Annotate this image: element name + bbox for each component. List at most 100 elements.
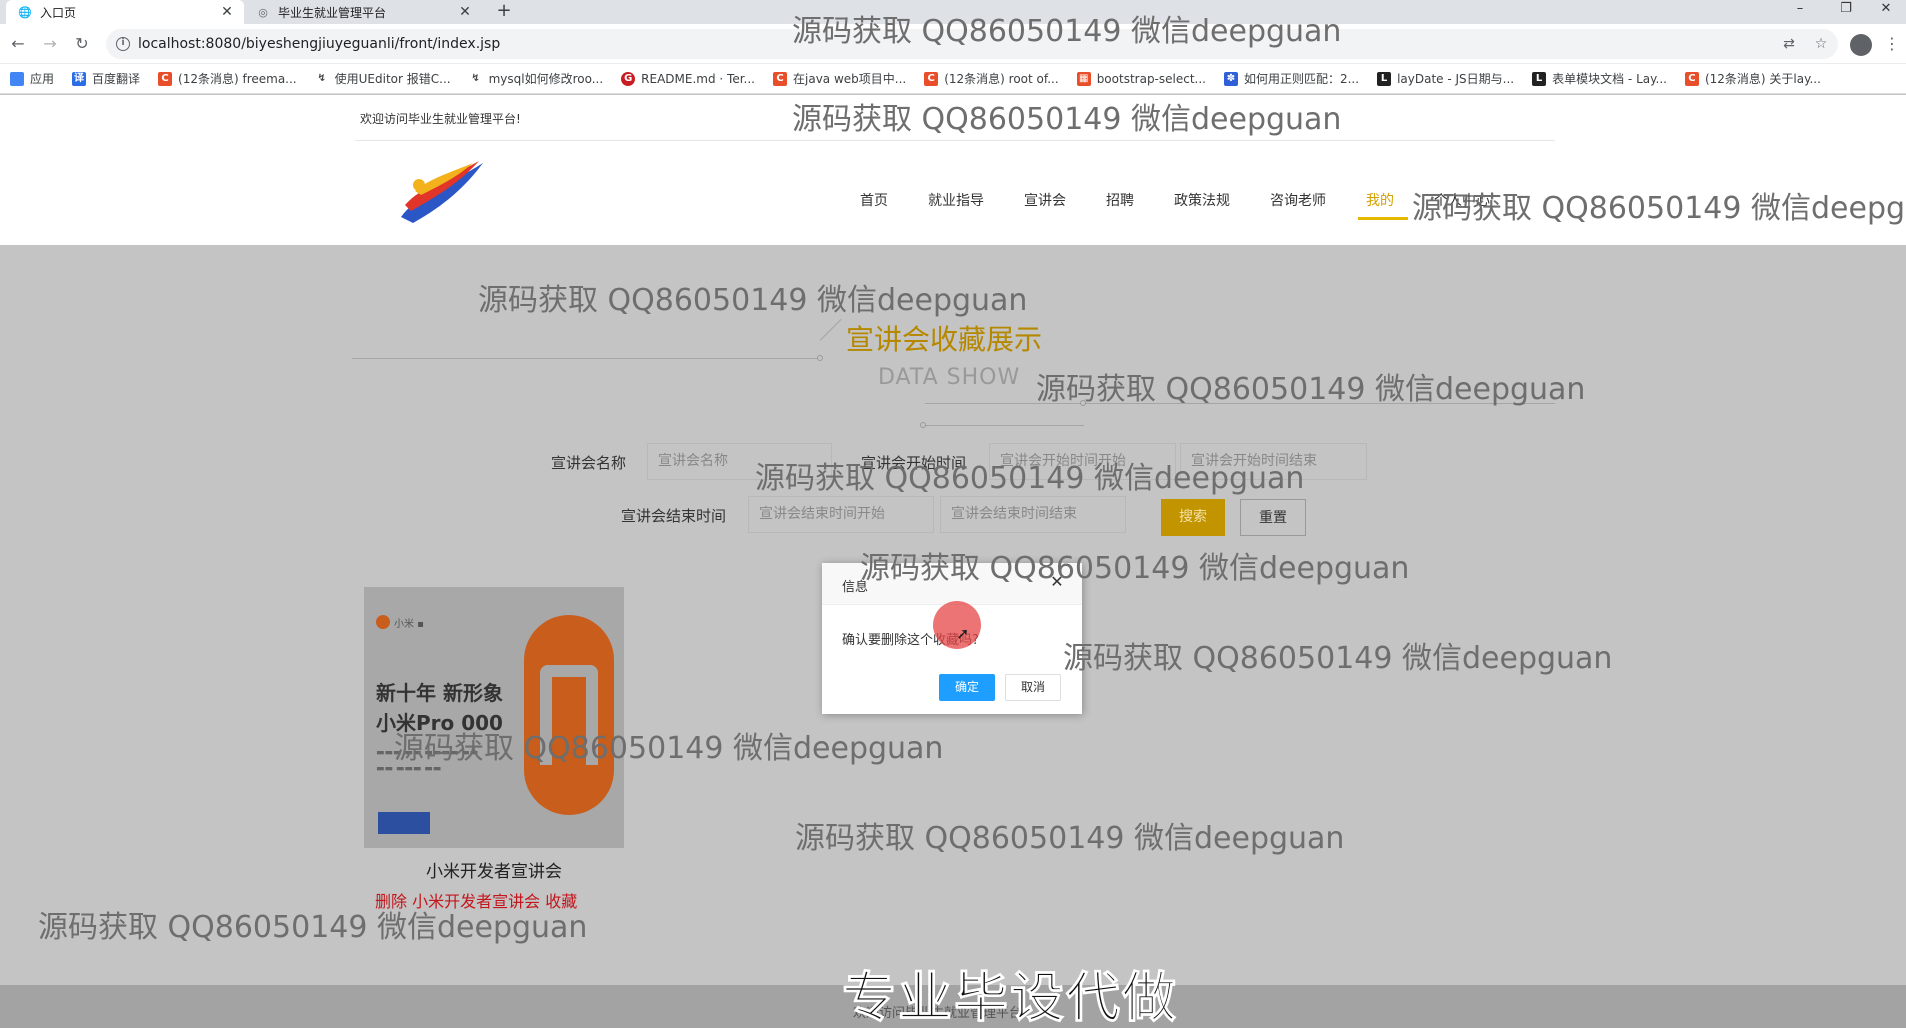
reset-button[interactable]: 重置 — [1240, 499, 1306, 536]
browser-menu-icon[interactable]: ⋮ — [1884, 32, 1900, 56]
search-button[interactable]: 搜索 — [1161, 499, 1225, 536]
title-deco-dot — [1080, 400, 1086, 406]
main-nav: 首页 就业指导 宣讲会 招聘 政策法规 咨询老师 我的 个人中心 — [860, 190, 1530, 220]
url-text[interactable]: localhost:8080/biyeshengjiuyeguanli/fron… — [138, 36, 500, 52]
nav-personal-center[interactable]: 个人中心 — [1434, 190, 1490, 210]
section-title: 宣讲会收藏展示 — [846, 323, 1043, 356]
profile-avatar-icon[interactable] — [1850, 34, 1872, 56]
poster-headline: 新十年 新形象 — [376, 681, 503, 705]
collect-label: 收藏 — [545, 892, 578, 911]
seminar-card-image[interactable]: 小米 ▪ 新十年 新形象 小米Pro 000 ▬▬▬ ▬▬ ▬▬▬▬ ▬▬ ▬▬ … — [364, 587, 624, 848]
confirm-button[interactable]: 确定 — [939, 674, 995, 701]
bookmark-mysql[interactable]: ↯ mysql如何修改roo... — [468, 70, 603, 87]
bookmark-regex[interactable]: ✽ 如何用正则匹配：2... — [1223, 70, 1359, 87]
nav-active-underline — [1358, 217, 1408, 220]
section-subtitle: DATA SHOW — [878, 365, 1021, 390]
gitee-icon: G — [621, 71, 636, 86]
bookmark-csdn-1[interactable]: C (12条消息) freema... — [158, 70, 297, 87]
new-tab-button[interactable]: + — [492, 0, 516, 24]
bookmark-layui-form[interactable]: L 表单模块文档 - Lay... — [1532, 70, 1667, 87]
bookmark-ueditor[interactable]: ↯ 使用UEditor 报错C... — [314, 70, 451, 87]
minimize-button[interactable]: – — [1780, 0, 1820, 20]
nav-policy[interactable]: 政策法规 — [1174, 190, 1230, 210]
bookmark-baidu-fanyi[interactable]: 译百度翻译 — [72, 70, 140, 87]
bookmark-apps[interactable]: 应用 — [10, 70, 54, 87]
link-icon: ↯ — [314, 71, 329, 86]
browser-tab-bar: 🌐 入口页 ✕ ◎ 毕业生就业管理平台 ✕ + – ❐ ✕ — [0, 0, 1906, 24]
csdn-icon: C — [773, 71, 787, 86]
end-time-from-input[interactable]: 宣讲会结束时间开始 — [748, 496, 934, 533]
mouse-cursor-icon: ➚ — [956, 624, 970, 643]
star-icon[interactable]: ☆ — [1812, 35, 1830, 53]
start-time-label: 宣讲会开始时间 — [861, 454, 967, 472]
tab-title: 毕业生就业管理平台 — [278, 5, 387, 20]
restore-button[interactable]: ❐ — [1826, 0, 1866, 20]
title-deco-dot — [817, 355, 823, 361]
site-info-icon[interactable]: i — [116, 37, 130, 51]
nav-teacher[interactable]: 咨询老师 — [1270, 190, 1326, 210]
nav-home[interactable]: 首页 — [860, 190, 888, 210]
csdn-icon: C — [1684, 71, 1699, 86]
poster-button — [378, 812, 430, 834]
cancel-button[interactable]: 取消 — [1005, 674, 1061, 701]
bookmark-site-icon: ▦ — [1076, 71, 1091, 86]
back-arrow-icon[interactable]: ← — [8, 34, 28, 54]
window-close-button[interactable]: ✕ — [1866, 0, 1906, 20]
end-time-to-input[interactable]: 宣讲会结束时间结束 — [940, 496, 1126, 533]
title-deco-line-left — [352, 358, 822, 359]
nav-recruit[interactable]: 招聘 — [1106, 190, 1134, 210]
forward-arrow-icon[interactable]: → — [40, 34, 60, 54]
nav-mine-label: 我的 — [1366, 193, 1394, 209]
tab-home[interactable]: 🌐 入口页 ✕ — [6, 0, 244, 24]
csdn-icon: C — [924, 71, 939, 86]
delete-link[interactable]: 删除 — [375, 892, 407, 911]
dialog-close-icon[interactable]: ✕ — [1048, 573, 1066, 591]
seminar-name-label: 宣讲会名称 — [551, 454, 627, 472]
baidu-translate-icon: 译 — [72, 71, 87, 86]
video-caption: 专业毕设代做 — [842, 966, 1178, 1028]
title-deco-line-right — [925, 403, 1555, 404]
seminar-card-title[interactable]: 小米开发者宣讲会 — [364, 857, 624, 882]
bookmark-bootstrap[interactable]: ▦ bootstrap-select... — [1076, 71, 1206, 86]
browser-toolbar: ← → ↻ i localhost:8080/biyeshengjiuyegua… — [0, 24, 1906, 64]
seminar-name-input[interactable]: 宣讲会名称 — [647, 443, 832, 480]
bookmark-csdn-3[interactable]: C (12条消息) 关于lay... — [1684, 70, 1821, 87]
apps-grid-icon — [10, 71, 24, 86]
nav-guidance[interactable]: 就业指导 — [928, 190, 984, 210]
card-name-link[interactable]: 小米开发者宣讲会 — [412, 892, 540, 911]
dialog-header: 信息 ✕ — [822, 563, 1082, 605]
baidu-paw-icon: ✽ — [1223, 71, 1238, 86]
bookmark-csdn-2[interactable]: C (12条消息) root of... — [924, 70, 1059, 87]
tab-title: 入口页 — [40, 5, 77, 20]
nav-seminar[interactable]: 宣讲会 — [1024, 190, 1066, 210]
bookmark-readme[interactable]: G README.md · Ter... — [621, 71, 755, 86]
card-actions: 删除 小米开发者宣讲会 收藏 — [375, 888, 577, 912]
poster-fine-print: ▬▬▬ ▬▬ ▬▬▬▬ ▬▬ ▬▬ ▬▬▬ ▬▬ — [376, 748, 479, 774]
translate-icon[interactable]: ⇄ — [1780, 35, 1798, 53]
tab-platform[interactable]: ◎ 毕业生就业管理平台 ✕ — [244, 0, 482, 24]
reload-icon[interactable]: ↻ — [72, 34, 92, 54]
layui-icon: L — [1532, 71, 1547, 86]
csdn-icon: C — [158, 71, 173, 86]
bookmark-laydate[interactable]: LlayDate - JS日期与... — [1377, 70, 1514, 87]
xiaomi-small-logo-text: 小米 ▪ — [394, 619, 424, 630]
nav-mine[interactable]: 我的 — [1358, 190, 1408, 220]
subtitle-deco-line — [924, 425, 1084, 426]
link-icon: ↯ — [468, 71, 483, 86]
bookmarks-bar: 应用 译百度翻译 C (12条消息) freema... ↯ 使用UEditor 报… — [0, 64, 1906, 94]
layui-icon: L — [1377, 71, 1392, 86]
welcome-text: 欢迎访问毕业生就业管理平台! — [360, 112, 521, 126]
address-bar[interactable]: i localhost:8080/biyeshengjiuyeguanli/fr… — [106, 29, 1838, 59]
poster-subheadline: 小米Pro 000 — [376, 711, 503, 735]
close-tab-icon[interactable]: ✕ — [218, 4, 236, 20]
start-time-to-input[interactable]: 宣讲会开始时间结束 — [1180, 443, 1367, 480]
close-tab-icon[interactable]: ✕ — [456, 4, 474, 20]
start-time-from-input[interactable]: 宣讲会开始时间开始 — [989, 443, 1176, 480]
site-logo[interactable] — [395, 157, 487, 227]
site-icon: ◎ — [258, 5, 268, 19]
site-header — [0, 95, 1906, 245]
xiaomi-small-logo — [376, 615, 390, 629]
dialog-title: 信息 — [842, 580, 869, 595]
page-content: 欢迎访问毕业生就业管理平台! 首页 就业指导 宣讲会 招聘 政策法规 咨询老师 … — [0, 95, 1906, 1028]
bookmark-javaweb[interactable]: C 在java web项目中... — [773, 70, 906, 87]
